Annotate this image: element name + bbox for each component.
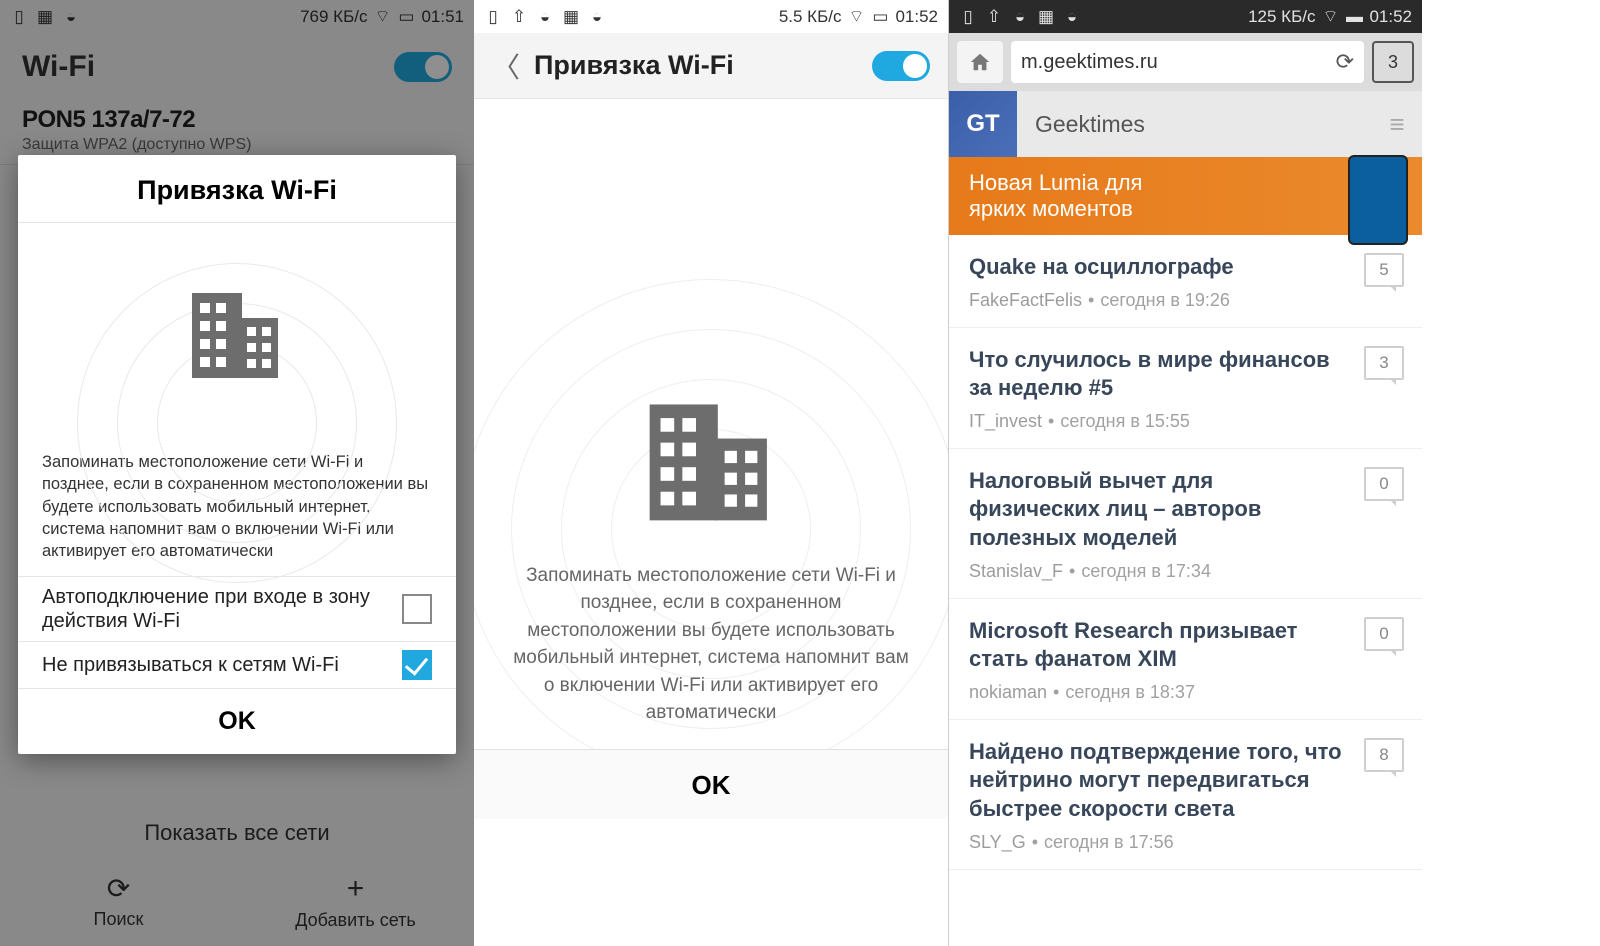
- article-time: сегодня в 18:37: [1065, 682, 1195, 702]
- article-meta: SLY_G•сегодня в 17:56: [969, 832, 1402, 853]
- article-title: Налоговый вычет для физических лиц – авт…: [969, 467, 1402, 553]
- dialog-illustration: [18, 223, 456, 443]
- ok-button[interactable]: OK: [18, 688, 456, 754]
- page-title: Привязка Wi-Fi: [534, 50, 734, 81]
- photo-icon: ▦: [1037, 8, 1055, 26]
- network-speed: 5.5 КБ/с: [779, 7, 842, 27]
- article-author: FakeFactFelis: [969, 290, 1082, 310]
- sim-icon: ▯: [484, 8, 502, 26]
- article-author: Stanislav_F: [969, 561, 1063, 581]
- upload-icon: ⇧: [510, 8, 528, 26]
- wifi-icon: ⌔: [847, 8, 865, 26]
- menu-button[interactable]: ≡: [1372, 109, 1422, 140]
- comment-badge[interactable]: 5: [1364, 253, 1404, 287]
- article-list: Quake на осциллографе FakeFactFelis•сего…: [949, 235, 1422, 870]
- comment-badge[interactable]: 3: [1364, 346, 1404, 380]
- wifi-binding-dialog: Привязка Wi-Fi: [18, 155, 456, 754]
- battery-icon: ▬: [1345, 8, 1363, 26]
- home-icon: [969, 51, 991, 73]
- tabs-button[interactable]: 3: [1372, 41, 1414, 83]
- list-item[interactable]: Quake на осциллографе FakeFactFelis•сего…: [949, 235, 1422, 328]
- phone-image: [1348, 155, 1408, 245]
- upload-icon: ⇧: [985, 8, 1003, 26]
- article-title: Quake на осциллографе: [969, 253, 1402, 282]
- article-meta: nokiaman•сегодня в 18:37: [969, 682, 1402, 703]
- article-author: IT_invest: [969, 411, 1042, 431]
- article-time: сегодня в 19:26: [1100, 290, 1230, 310]
- article-title: Microsoft Research призывает стать фанат…: [969, 617, 1402, 674]
- ok-button[interactable]: OK: [474, 749, 948, 819]
- binding-toggle[interactable]: [872, 51, 930, 81]
- back-button[interactable]: 〈: [492, 46, 520, 86]
- screen-wifi-binding: ▯ ⇧ ◒ ▦ ◒ 5.5 КБ/с ⌔ ▭ 01:52 〈 Привязка …: [474, 0, 948, 946]
- shield-icon: ◒: [588, 8, 606, 26]
- page-header: 〈 Привязка Wi-Fi: [474, 33, 948, 99]
- article-author: SLY_G: [969, 832, 1026, 852]
- article-meta: IT_invest•сегодня в 15:55: [969, 411, 1402, 432]
- url-bar[interactable]: m.geektimes.ru ⟳: [1011, 41, 1364, 83]
- url-text: m.geektimes.ru: [1021, 51, 1158, 74]
- list-item[interactable]: Найдено подтверждение того, что нейтрино…: [949, 720, 1422, 870]
- article-title: Что случилось в мире финансов за неделю …: [969, 346, 1402, 403]
- comment-badge[interactable]: 8: [1364, 738, 1404, 772]
- shield-icon: ◒: [1011, 8, 1029, 26]
- refresh-icon[interactable]: ⟳: [1336, 49, 1354, 75]
- article-meta: Stanislav_F•сегодня в 17:34: [969, 561, 1402, 582]
- building-icon: [636, 389, 786, 529]
- building-icon: [182, 283, 292, 383]
- screen-wifi-settings: ▯ ▦ ◒ 769 КБ/с ⌔ ▭ 01:51 Wi-Fi PON5 137a…: [0, 0, 474, 946]
- tab-count: 3: [1388, 52, 1398, 73]
- shield-icon: ◒: [536, 8, 554, 26]
- browser-toolbar: m.geektimes.ru ⟳ 3: [949, 33, 1422, 91]
- article-time: сегодня в 17:56: [1044, 832, 1174, 852]
- article-title: Найдено подтверждение того, что нейтрино…: [969, 738, 1402, 824]
- sim-icon: ▯: [959, 8, 977, 26]
- ad-banner[interactable]: Новая Lumia для ярких моментов: [949, 157, 1422, 235]
- list-item[interactable]: Налоговый вычет для физических лиц – авт…: [949, 449, 1422, 599]
- option-label: Не привязываться к сетям Wi-Fi: [42, 653, 339, 677]
- banner-line2: ярких моментов: [969, 196, 1142, 222]
- content-area: Запоминать местоположение сети Wi-Fi и п…: [474, 99, 948, 749]
- photo-icon: ▦: [562, 8, 580, 26]
- status-bar: ▯ ⇧ ◒ ▦ ◒ 125 КБ/с ⌔ ▬ 01:52: [949, 0, 1422, 33]
- comment-badge[interactable]: 0: [1364, 467, 1404, 501]
- shield-icon: ◒: [1063, 8, 1081, 26]
- site-title: Geektimes: [1017, 111, 1372, 138]
- clock: 01:52: [895, 7, 938, 27]
- option-dontbind[interactable]: Не привязываться к сетям Wi-Fi: [18, 641, 456, 688]
- banner-text: Новая Lumia для ярких моментов: [969, 170, 1142, 223]
- article-time: сегодня в 17:34: [1081, 561, 1211, 581]
- network-speed: 125 КБ/с: [1248, 7, 1315, 27]
- list-item[interactable]: Что случилось в мире финансов за неделю …: [949, 328, 1422, 449]
- site-header: GT Geektimes ≡: [949, 91, 1422, 157]
- battery-icon: ▭: [871, 8, 889, 26]
- banner-line1: Новая Lumia для: [969, 170, 1142, 196]
- status-bar: ▯ ⇧ ◒ ▦ ◒ 5.5 КБ/с ⌔ ▭ 01:52: [474, 0, 948, 33]
- dialog-title: Привязка Wi-Fi: [18, 155, 456, 223]
- wifi-icon: ⌔: [1321, 8, 1339, 26]
- list-item[interactable]: Microsoft Research призывает стать фанат…: [949, 599, 1422, 720]
- binding-description: Запоминать местоположение сети Wi-Fi и п…: [474, 562, 948, 727]
- checkbox-checked[interactable]: [402, 650, 432, 680]
- comment-badge[interactable]: 0: [1364, 617, 1404, 651]
- modal-overlay: Привязка Wi-Fi: [0, 0, 474, 946]
- home-button[interactable]: [957, 41, 1003, 83]
- site-logo[interactable]: GT: [949, 91, 1017, 157]
- article-time: сегодня в 15:55: [1060, 411, 1190, 431]
- clock: 01:52: [1369, 7, 1412, 27]
- screen-browser: ▯ ⇧ ◒ ▦ ◒ 125 КБ/с ⌔ ▬ 01:52 m.geektimes…: [948, 0, 1422, 946]
- article-meta: FakeFactFelis•сегодня в 19:26: [969, 290, 1402, 311]
- article-author: nokiaman: [969, 682, 1047, 702]
